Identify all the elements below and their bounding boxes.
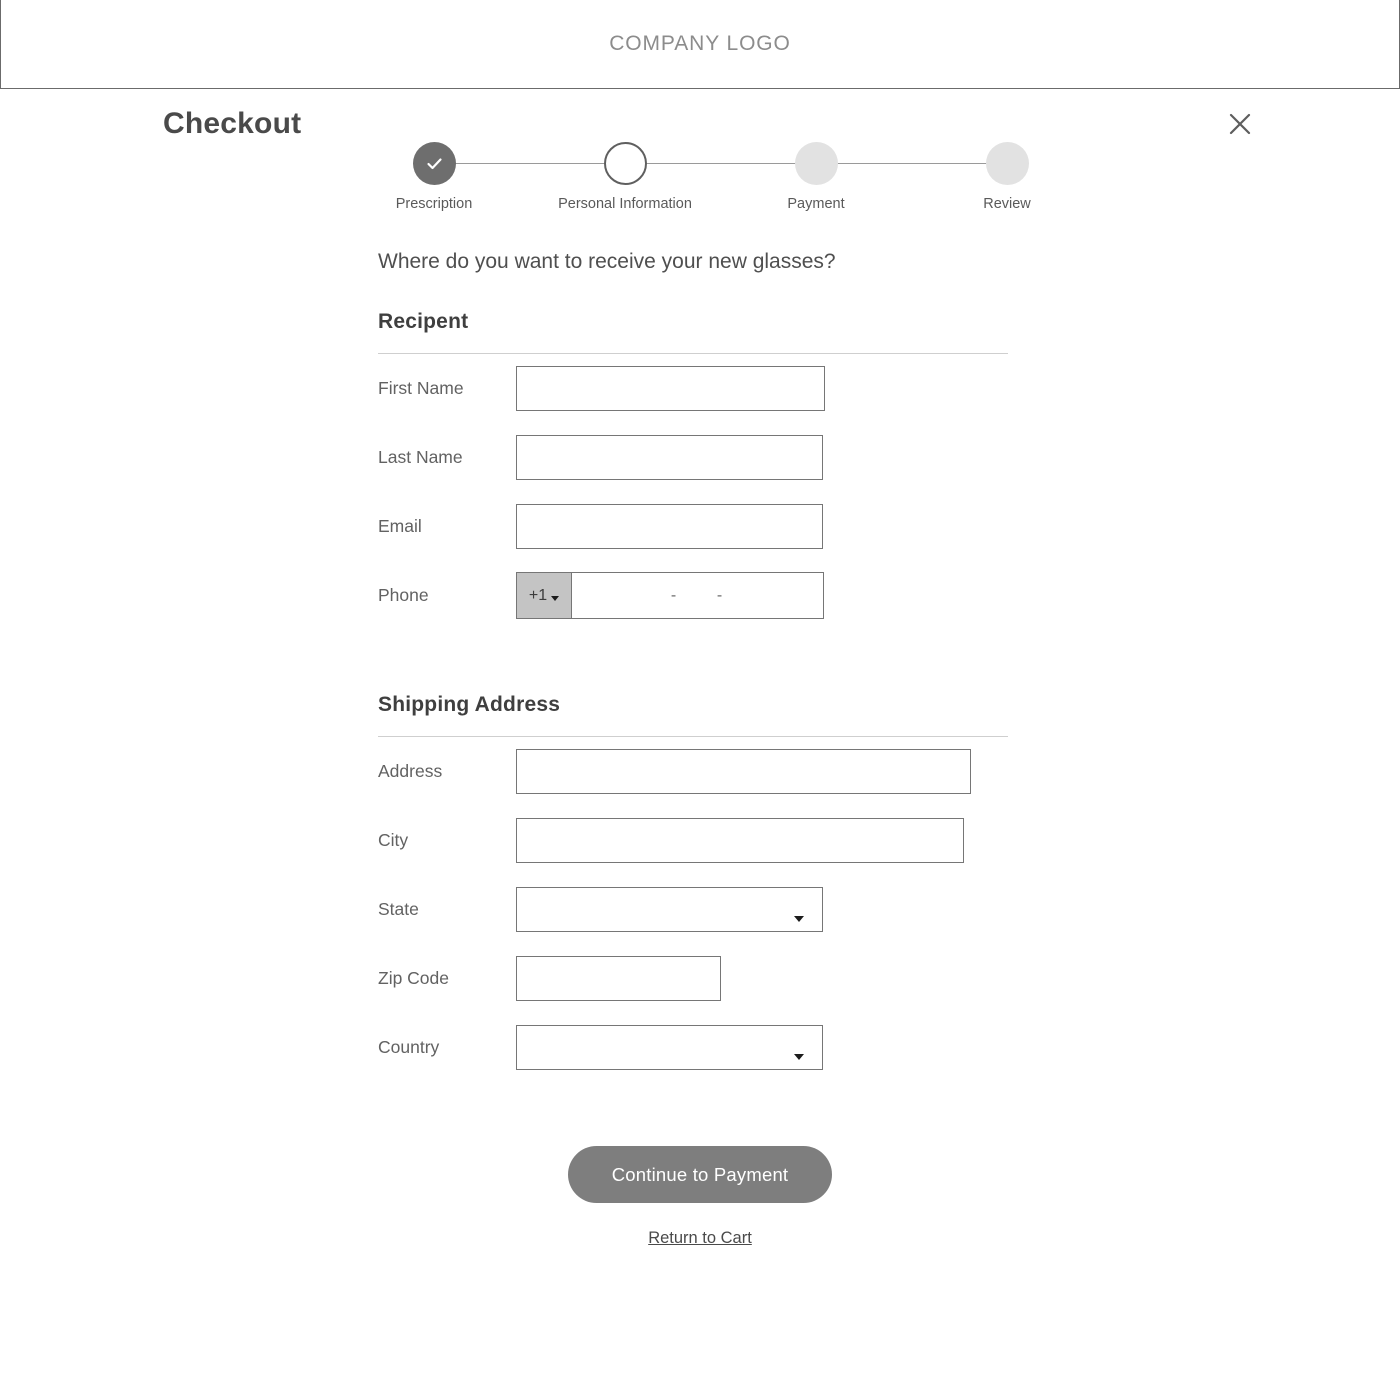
last-name-input[interactable]	[516, 435, 823, 480]
field-row-country: Country	[378, 1013, 1078, 1082]
step-dot-prescription	[412, 142, 456, 185]
stepper-track	[432, 163, 988, 164]
form-actions: Continue to Payment Return to Cart	[0, 1146, 1400, 1248]
stepper-label-prescription: Prescription	[395, 196, 473, 212]
stepper-step-payment[interactable]: Payment	[736, 142, 896, 212]
field-row-last-name: Last Name	[378, 423, 1078, 492]
chevron-down-icon	[794, 1054, 804, 1060]
email-label: Email	[378, 516, 422, 536]
state-select[interactable]	[516, 887, 823, 932]
stepper-step-prescription[interactable]: Prescription	[354, 142, 514, 212]
address-label: Address	[378, 761, 443, 781]
stepper-label-payment: Payment	[787, 196, 845, 212]
step-dot-personal-information	[603, 142, 647, 185]
field-row-address: Address	[378, 737, 1078, 806]
shipping-section-heading: Shipping Address	[378, 693, 561, 716]
first-name-input[interactable]	[516, 366, 825, 411]
close-icon[interactable]	[1223, 107, 1257, 141]
return-to-cart-link[interactable]: Return to Cart	[0, 1229, 1400, 1248]
page-title: Checkout	[163, 107, 302, 140]
checkout-form: Where do you want to receive your new gl…	[378, 250, 1078, 1082]
recipient-section-heading: Recipent	[378, 310, 469, 333]
checkout-stepper: Prescription Personal Information Paymen…	[380, 142, 1040, 222]
country-select[interactable]	[516, 1025, 823, 1070]
city-label: City	[378, 830, 409, 850]
company-logo: COMPANY LOGO	[609, 32, 791, 55]
field-row-state: State	[378, 875, 1078, 944]
field-row-city: City	[378, 806, 1078, 875]
city-input[interactable]	[516, 818, 964, 863]
stepper-label-review: Review	[983, 196, 1031, 212]
step-dot-review	[985, 142, 1029, 185]
last-name-label: Last Name	[378, 447, 463, 467]
phone-input[interactable]	[571, 572, 824, 619]
field-row-phone: Phone +1	[378, 561, 1078, 630]
stepper-step-personal-information[interactable]: Personal Information	[545, 142, 705, 212]
brand-bar: COMPANY LOGO	[0, 0, 1400, 89]
stepper-step-review[interactable]: Review	[927, 142, 1087, 212]
continue-to-payment-button[interactable]: Continue to Payment	[567, 1146, 833, 1203]
field-row-email: Email	[378, 492, 1078, 561]
email-input[interactable]	[516, 504, 823, 549]
zip-code-input[interactable]	[516, 956, 721, 1001]
stepper-label-personal-information: Personal Information	[558, 196, 692, 212]
lead-question: Where do you want to receive your new gl…	[378, 250, 836, 273]
country-label: Country	[378, 1037, 440, 1057]
chevron-down-icon	[551, 595, 560, 601]
address-input[interactable]	[516, 749, 971, 794]
field-row-zip-code: Zip Code	[378, 944, 1078, 1013]
state-label: State	[378, 899, 419, 919]
first-name-label: First Name	[378, 378, 464, 398]
step-dot-payment	[794, 142, 838, 185]
field-row-first-name: First Name	[378, 354, 1078, 423]
phone-country-code-value: +1	[528, 586, 548, 604]
chevron-down-icon	[794, 916, 804, 922]
phone-label: Phone	[378, 585, 429, 605]
check-icon	[413, 142, 456, 185]
phone-country-code-select[interactable]: +1	[516, 572, 571, 619]
zip-code-label: Zip Code	[378, 968, 450, 988]
phone-field: +1	[516, 572, 824, 619]
